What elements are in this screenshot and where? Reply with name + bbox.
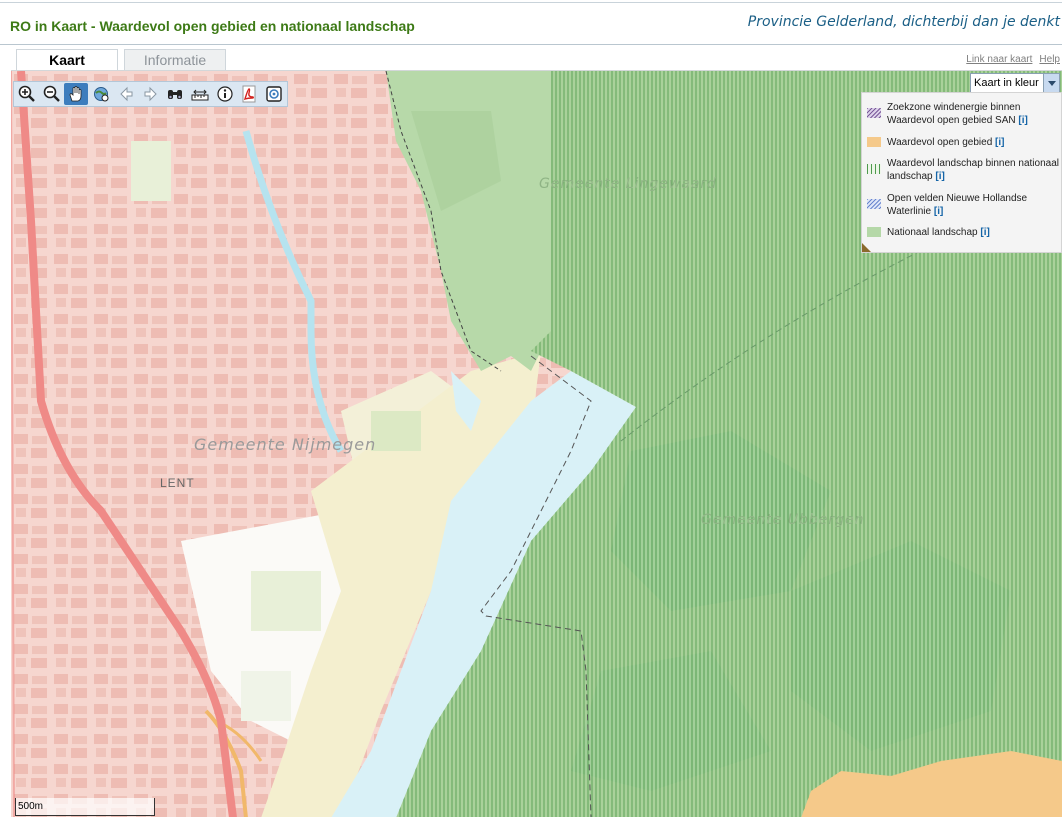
zoom-extent-icon[interactable] [89,83,113,105]
legend-info-link[interactable]: [i] [980,227,989,238]
measure-ruler-icon[interactable] [188,83,212,105]
next-view-icon[interactable] [139,83,163,105]
legend-resize-handle[interactable] [862,243,871,252]
legend-info-link[interactable]: [i] [934,206,943,217]
label-gemeente-nijmegen: Gemeente Nijmegen [194,435,377,454]
label-lent: LENT [160,476,195,490]
legend-label: Zoekzone windenergie binnen Waardevol op… [887,102,1021,126]
overview-map-icon[interactable] [262,83,286,105]
basemap-select[interactable]: Kaart in kleur [970,73,1060,93]
header: RO in Kaart - Waardevol open gebied en n… [0,3,1062,45]
legend-info-link[interactable]: [i] [1018,115,1027,126]
legend-info-link[interactable]: [i] [935,171,944,182]
search-binoculars-icon[interactable] [163,83,187,105]
previous-view-icon[interactable] [114,83,138,105]
tab-informatie[interactable]: Informatie [124,49,226,70]
legend-label: Nationaal landschap [887,227,978,238]
map-link[interactable]: Link naar kaart [966,54,1032,65]
legend-label: Waardevol landschap binnen nationaal lan… [887,158,1059,182]
orange-swatch-icon [867,137,881,147]
top-links: Link naar kaart Help [959,54,1060,65]
diagonal-purple-swatch-icon [867,108,881,118]
pan-hand-icon[interactable] [64,83,89,105]
legend-label: Open velden Nieuwe Hollandse Waterlinie [887,193,1028,217]
basemap-selected: Kaart in kleur [974,77,1039,89]
help-link[interactable]: Help [1039,54,1060,65]
zoom-out-icon[interactable] [40,83,64,105]
vertical-green-swatch-icon [867,164,881,174]
light-green-swatch-icon [867,227,881,237]
diagonal-blue-swatch-icon [867,199,881,209]
label-gemeente-lingewaard: Gemeente Lingewaard [539,176,718,192]
map-view[interactable]: Gemeente Nijmegen Gemeente Lingewaard Ge… [11,70,1062,817]
zoom-in-icon[interactable] [15,83,39,105]
tab-kaart[interactable]: Kaart [16,49,118,70]
province-slogan: Provincie Gelderland, dichterbij dan je … [747,14,1060,30]
legend-info-link[interactable]: [i] [995,137,1004,148]
label-gemeente-ubbergen: Gemeente Ubbergen [701,512,865,528]
pdf-icon[interactable] [238,83,262,105]
chevron-down-icon [1043,74,1059,92]
tab-bar: Kaart Informatie [16,49,226,70]
map-toolbar [13,81,288,107]
info-icon[interactable] [213,83,237,105]
map-legend: Zoekzone windenergie binnen Waardevol op… [861,92,1062,253]
legend-label: Waardevol open gebied [887,137,993,148]
scale-bar: 500m [15,798,155,816]
page-title: RO in Kaart - Waardevol open gebied en n… [10,18,415,34]
